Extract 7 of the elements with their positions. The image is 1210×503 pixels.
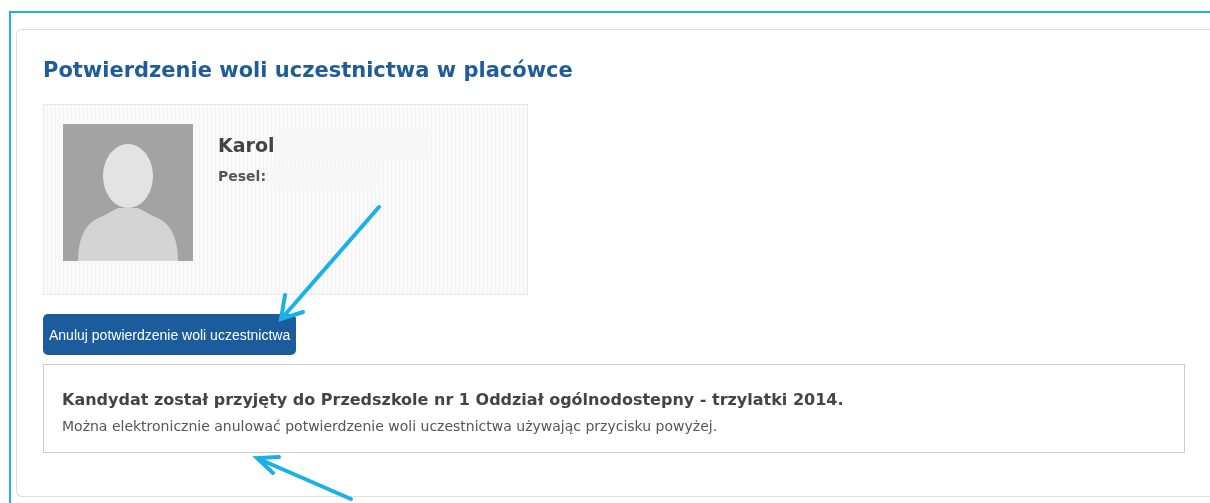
notice-heading: Kandydat został przyjęty do Przedszkole nr 1 Oddział ogólnodostepny - trzylatki 2014. [62, 390, 845, 409]
panel-title: Potwierdzenie woli uczestnictwa w placówce [43, 58, 574, 82]
notice-text: Można elektronicznie anulować potwierdzenie woli uczestnictwa używając przycisku powyżej. [62, 418, 719, 434]
cancel-confirmation-button[interactable]: Anuluj potwierdzenie woli uczestnictwa [43, 314, 297, 355]
pesel-label: Pesel: [218, 168, 266, 184]
candidate-name: Karol [218, 134, 275, 156]
avatar-placeholder-icon [63, 124, 193, 261]
